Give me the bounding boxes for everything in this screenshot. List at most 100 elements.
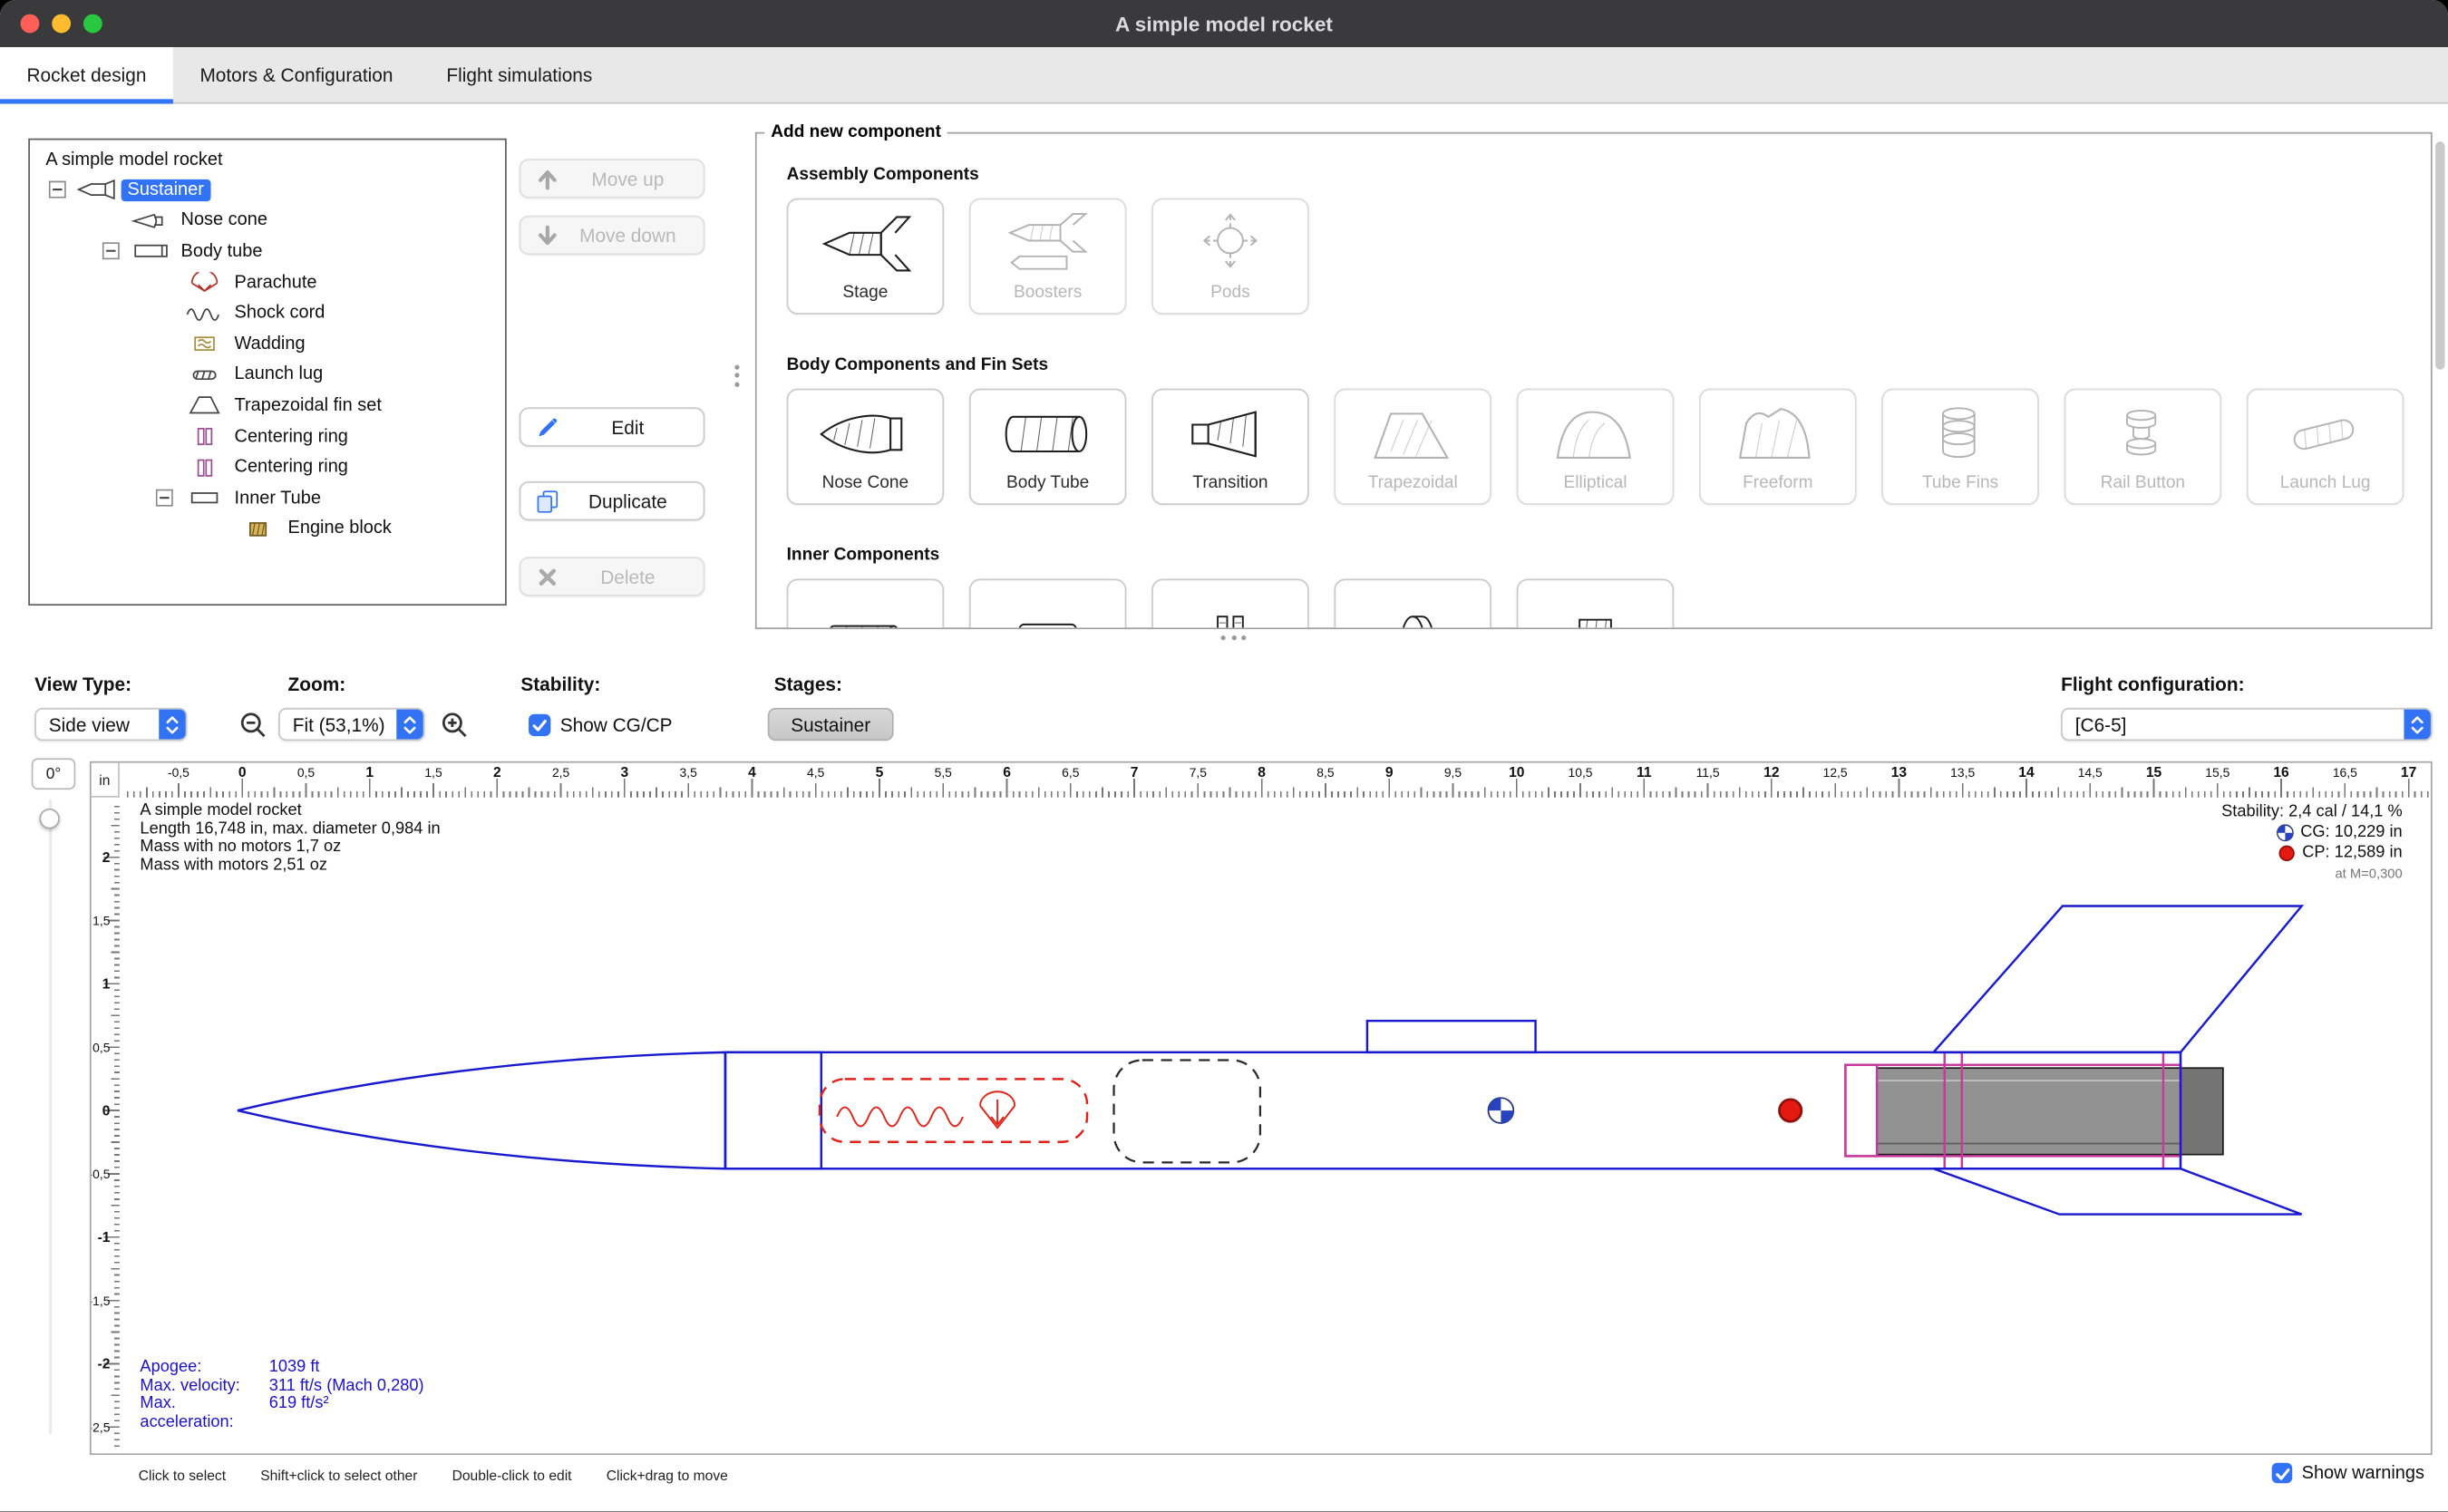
edit-icon xyxy=(535,414,560,440)
add-pods-button[interactable]: Pods xyxy=(1151,199,1309,315)
add-inner-component-1-button[interactable] xyxy=(787,579,945,630)
close-window-button[interactable] xyxy=(21,15,40,34)
rocket-canvas[interactable]: A simple model rocket Length 16,748 in, … xyxy=(120,798,2433,1455)
c-launchlug-icon xyxy=(2275,390,2375,473)
fin-lower-outline[interactable] xyxy=(1934,1168,2302,1214)
hint-text: Click+drag to move xyxy=(607,1468,728,1483)
tree-item-launch-lug[interactable]: Launch lug xyxy=(30,360,505,391)
launch-lug-outline[interactable] xyxy=(1367,1021,1536,1052)
tree-item-centering-ring[interactable]: Centering ring xyxy=(30,422,505,452)
svg-text:15: 15 xyxy=(2146,765,2162,780)
parachute-symbol[interactable] xyxy=(980,1091,1015,1128)
svg-text:16,5: 16,5 xyxy=(2333,765,2357,780)
nosecone-icon xyxy=(128,210,175,231)
svg-text:1: 1 xyxy=(365,765,374,780)
panel-splitter-handle[interactable] xyxy=(734,360,739,390)
add-component-panel: Assembly Components StageBoostersPodsBody… xyxy=(755,132,2433,629)
add-tube-fins-button[interactable]: Tube Fins xyxy=(1881,389,2039,505)
panel-resize-handle[interactable] xyxy=(1221,635,1247,640)
tree-item-engine-block[interactable]: Engine block xyxy=(30,514,505,545)
collapse-minus-icon[interactable] xyxy=(49,181,74,199)
flight-config-dropdown[interactable]: [C6-5] xyxy=(2061,708,2433,741)
svg-text:-0,5: -0,5 xyxy=(168,765,189,780)
add-nose-cone-button[interactable]: Nose Cone xyxy=(787,389,945,505)
add-elliptical-button[interactable]: Elliptical xyxy=(1517,389,1675,505)
add-inner-component-2-button[interactable] xyxy=(969,579,1127,630)
tree-item-label: Centering ring xyxy=(228,425,355,447)
tree-item-body-tube[interactable]: Body tube xyxy=(30,237,505,267)
collapse-minus-icon[interactable] xyxy=(102,243,128,260)
tree-item-inner-tube[interactable]: Inner Tube xyxy=(30,483,505,514)
motor[interactable] xyxy=(1877,1068,2223,1154)
add-boosters-button[interactable]: Boosters xyxy=(969,199,1127,315)
move-up-button[interactable]: Move up xyxy=(520,159,705,198)
add-panel-scrollbar[interactable] xyxy=(2435,141,2444,370)
mach-readout: at M=0,300 xyxy=(2335,864,2402,885)
show-warnings-checkbox[interactable] xyxy=(2272,1463,2293,1484)
parachute-region[interactable] xyxy=(820,1079,1087,1141)
c-transition-icon xyxy=(1180,390,1280,473)
svg-text:1: 1 xyxy=(102,977,111,993)
tree-item-label: Body tube xyxy=(175,240,269,262)
tree-item-label: Inner Tube xyxy=(228,487,327,509)
svg-text:2: 2 xyxy=(493,765,501,780)
rotation-slider-knob[interactable] xyxy=(39,809,60,829)
move-down-button[interactable]: Move down xyxy=(520,216,705,255)
tree-item-label: Centering ring xyxy=(228,456,355,478)
shock-cord-squiggle[interactable] xyxy=(837,1108,963,1127)
edit-button[interactable]: Edit xyxy=(520,407,705,446)
tree-item-sustainer[interactable]: Sustainer xyxy=(30,175,505,206)
add-freeform-button[interactable]: Freeform xyxy=(1699,389,1857,505)
add-inner-component-4-button[interactable] xyxy=(1334,579,1491,630)
fullscreen-window-button[interactable] xyxy=(83,15,102,34)
add-transition-button[interactable]: Transition xyxy=(1151,389,1309,505)
ruler-unit-label[interactable]: in xyxy=(92,763,120,798)
add-trapezoidal-button[interactable]: Trapezoidal xyxy=(1334,389,1491,505)
duplicate-button[interactable]: Duplicate xyxy=(520,481,705,520)
add-inner-component-3-button[interactable] xyxy=(1151,579,1309,630)
show-cgcp-checkbox[interactable] xyxy=(529,714,550,736)
tree-item-shock-cord[interactable]: Shock cord xyxy=(30,298,505,329)
section-title-assembly-components: Assembly Components xyxy=(787,165,2431,184)
tree-item-label: Engine block xyxy=(282,518,398,539)
stage-toggle-sustainer[interactable]: Sustainer xyxy=(768,708,894,741)
minimize-window-button[interactable] xyxy=(52,15,71,34)
tree-item-nose-cone[interactable]: Nose cone xyxy=(30,206,505,237)
add-stage-button[interactable]: Stage xyxy=(787,199,945,315)
view-type-dropdown[interactable]: Side view xyxy=(34,708,187,741)
svg-text:5: 5 xyxy=(876,765,884,780)
fin-upper-outline[interactable] xyxy=(1934,906,2302,1052)
c-stage-icon xyxy=(815,199,916,283)
tab-bar: Rocket designMotors & ConfigurationFligh… xyxy=(0,47,2448,103)
engine-block-outline[interactable] xyxy=(1845,1065,1877,1157)
add-inner-component-5-button[interactable] xyxy=(1517,579,1675,630)
rotation-angle-box[interactable]: 0° xyxy=(32,758,76,790)
zoom-in-button[interactable] xyxy=(437,710,471,741)
delete-button[interactable]: Delete xyxy=(520,557,705,596)
title-bar[interactable]: A simple model rocket xyxy=(0,0,2448,47)
wadding-region[interactable] xyxy=(1114,1061,1260,1163)
svg-text:6,5: 6,5 xyxy=(1062,765,1080,780)
tree-item-wadding[interactable]: Wadding xyxy=(30,329,505,360)
tab-rocket-design[interactable]: Rocket design xyxy=(0,47,173,102)
tree-item-label: Wadding xyxy=(228,333,312,354)
rocket-drawing[interactable] xyxy=(120,798,2433,1455)
rotation-slider-track[interactable] xyxy=(49,799,52,1434)
collapse-minus-icon[interactable] xyxy=(156,489,181,507)
tree-item-parachute[interactable]: Parachute xyxy=(30,267,505,298)
add-body-tube-button[interactable]: Body Tube xyxy=(969,389,1127,505)
tab-motors-configuration[interactable]: Motors & Configuration xyxy=(173,47,420,102)
chevron-updown-icon xyxy=(159,710,185,740)
nose-shoulder-outline[interactable] xyxy=(725,1052,821,1168)
zoom-out-button[interactable] xyxy=(236,710,270,741)
tab-flight-simulations[interactable]: Flight simulations xyxy=(420,47,619,102)
tree-item-centering-ring[interactable]: Centering ring xyxy=(30,452,505,483)
nose-cone-outline[interactable] xyxy=(238,1052,725,1168)
svg-text:13,5: 13,5 xyxy=(1950,765,1975,780)
add-launch-lug-button[interactable]: Launch Lug xyxy=(2247,389,2404,505)
zoom-level-dropdown[interactable]: Fit (53,1%) xyxy=(278,708,424,741)
add-rail-button-button[interactable]: Rail Button xyxy=(2064,389,2222,505)
centeringring-icon xyxy=(181,426,228,447)
tree-root-item[interactable]: A simple model rocket xyxy=(30,140,505,174)
tree-item-trapezoidal-fin-set[interactable]: Trapezoidal fin set xyxy=(30,391,505,422)
